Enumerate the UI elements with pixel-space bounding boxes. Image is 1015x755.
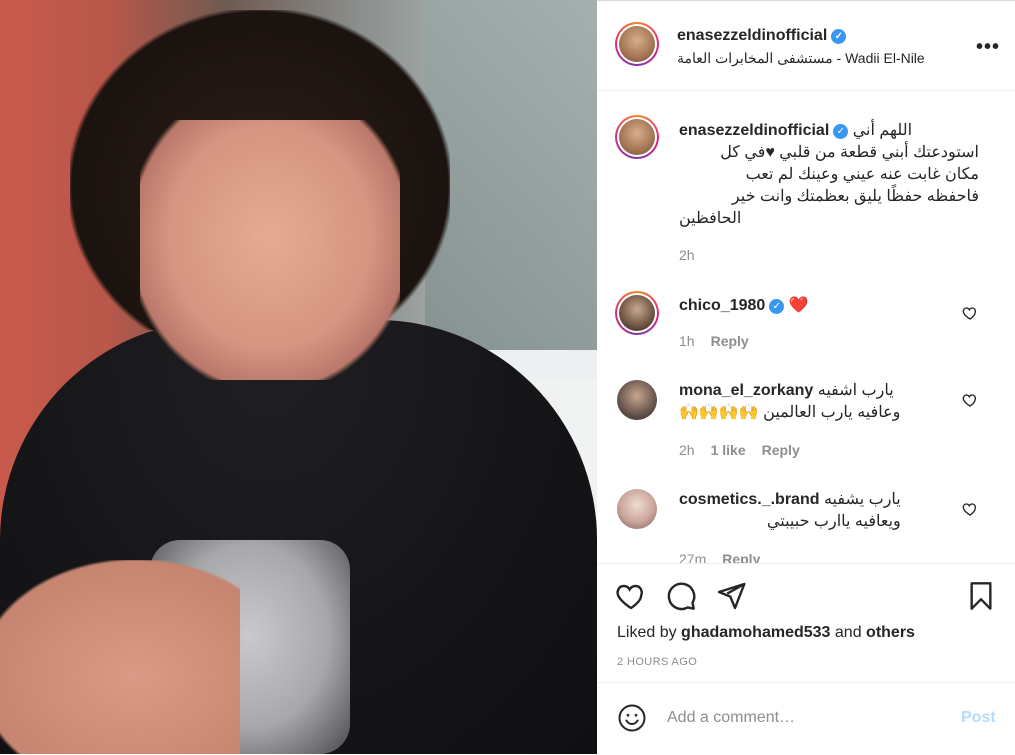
comment-time[interactable]: 2h bbox=[679, 442, 695, 458]
author-username[interactable]: enasezzeldinofficial ✓ bbox=[677, 27, 847, 45]
more-options-icon[interactable]: ••• bbox=[976, 36, 1000, 59]
comment-username[interactable]: cosmetics._.brand bbox=[679, 491, 820, 508]
comment-meta: 27m Reply bbox=[679, 551, 760, 563]
comment-avatar[interactable] bbox=[615, 291, 659, 335]
post-photo[interactable] bbox=[0, 0, 597, 754]
post-timestamp[interactable]: 2 HOURS AGO bbox=[617, 656, 697, 668]
comment-avatar[interactable] bbox=[617, 380, 657, 420]
liked-by-user-link[interactable]: ghadamohamed533 bbox=[681, 624, 830, 641]
reply-button[interactable]: Reply bbox=[722, 551, 760, 563]
face-shape bbox=[140, 120, 400, 380]
reply-button[interactable]: Reply bbox=[711, 333, 749, 349]
red-heart-emoji: ❤️ bbox=[788, 297, 809, 314]
share-send-icon[interactable] bbox=[715, 580, 747, 612]
caption-username[interactable]: enasezzeldinofficial bbox=[679, 122, 829, 139]
comment-meta: 2h 1 like Reply bbox=[679, 442, 800, 458]
comment-bubble-icon[interactable] bbox=[665, 580, 697, 612]
caption-text: enasezzeldinofficial ✓ اللهم أني استودعتك… bbox=[679, 122, 979, 227]
comment-avatar[interactable] bbox=[617, 489, 657, 529]
background-window bbox=[425, 0, 597, 380]
comment-input[interactable]: Add a comment… bbox=[667, 709, 795, 727]
verified-badge-icon: ✓ bbox=[831, 29, 847, 44]
comment-username[interactable]: mona_el_zorkany bbox=[679, 382, 813, 399]
post-header: enasezzeldinofficial ✓ مستشفى المخابرات ا… bbox=[597, 0, 1015, 91]
comment-username[interactable]: chico_1980 bbox=[679, 297, 765, 314]
verified-badge-icon: ✓ bbox=[833, 124, 849, 139]
comment-likes[interactable]: 1 like bbox=[711, 442, 746, 458]
reply-button[interactable]: Reply bbox=[762, 442, 800, 458]
post-actions: Liked by ghadamohamed533 and others 2 HO… bbox=[597, 563, 1015, 682]
comment-like-heart-icon[interactable] bbox=[962, 392, 978, 408]
comment-like-heart-icon[interactable] bbox=[962, 305, 978, 321]
liked-by-others-link[interactable]: others bbox=[866, 624, 915, 641]
liked-by-summary: Liked by ghadamohamed533 and others bbox=[617, 624, 915, 641]
caption-time[interactable]: 2h bbox=[679, 247, 695, 263]
comment-meta: 1h Reply bbox=[679, 333, 749, 349]
like-heart-icon[interactable] bbox=[615, 580, 647, 612]
comment-time[interactable]: 1h bbox=[679, 333, 695, 349]
comments-list: enasezzeldinofficial ✓ اللهم أني استودعتك… bbox=[597, 91, 1015, 563]
verified-badge-icon: ✓ bbox=[769, 299, 785, 314]
emoji-smile-icon[interactable] bbox=[617, 703, 647, 733]
save-bookmark-icon[interactable] bbox=[965, 580, 997, 612]
comment-composer: Add a comment… Post bbox=[597, 682, 1015, 755]
comment-like-heart-icon[interactable] bbox=[962, 501, 978, 517]
post-location[interactable]: مستشفى المخابرات العامة - Wadii El-Nile bbox=[677, 50, 925, 67]
author-avatar[interactable] bbox=[615, 22, 659, 66]
comment-time[interactable]: 27m bbox=[679, 551, 706, 563]
arm-shape bbox=[0, 560, 240, 754]
caption-avatar[interactable] bbox=[615, 115, 659, 159]
post-comment-button[interactable]: Post bbox=[961, 709, 996, 727]
